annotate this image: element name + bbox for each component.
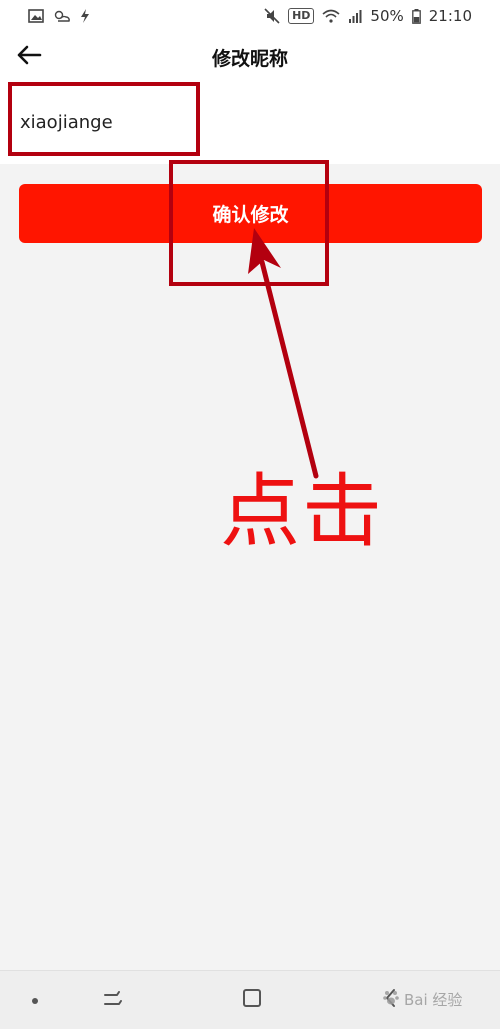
clock: 21:10 bbox=[428, 7, 472, 25]
paw-icon bbox=[382, 988, 400, 1010]
hd-icon: HD bbox=[288, 8, 315, 24]
status-left-icons bbox=[28, 9, 90, 23]
nav-dot-button[interactable] bbox=[20, 985, 50, 1015]
page-title: 修改昵称 bbox=[211, 47, 288, 70]
home-button[interactable] bbox=[237, 985, 267, 1015]
flash-icon bbox=[80, 9, 90, 23]
back-arrow-icon bbox=[16, 45, 42, 69]
recent-apps-icon bbox=[101, 988, 125, 1012]
battery-icon bbox=[411, 8, 421, 24]
home-icon bbox=[241, 987, 263, 1013]
input-highlight-box bbox=[8, 82, 200, 156]
status-bar: HD 50% 21:10 bbox=[0, 0, 500, 32]
image-icon bbox=[28, 9, 44, 23]
weather-icon bbox=[52, 9, 72, 23]
status-right-icons: HD 50% 21:10 bbox=[264, 7, 472, 25]
wifi-icon bbox=[322, 9, 340, 23]
back-button[interactable] bbox=[12, 40, 46, 74]
button-highlight-box bbox=[169, 160, 329, 286]
dot-icon bbox=[30, 991, 40, 1010]
click-annotation: 点击 bbox=[220, 465, 384, 558]
signal-icon bbox=[348, 9, 362, 23]
app-header: 修改昵称 bbox=[0, 32, 500, 82]
recent-apps-button[interactable] bbox=[98, 985, 128, 1015]
watermark-text: Bai 经验 bbox=[404, 990, 463, 1009]
mute-icon bbox=[264, 8, 280, 24]
watermark: Bai 经验 bbox=[382, 975, 500, 1023]
battery-percent: 50% bbox=[370, 7, 404, 25]
